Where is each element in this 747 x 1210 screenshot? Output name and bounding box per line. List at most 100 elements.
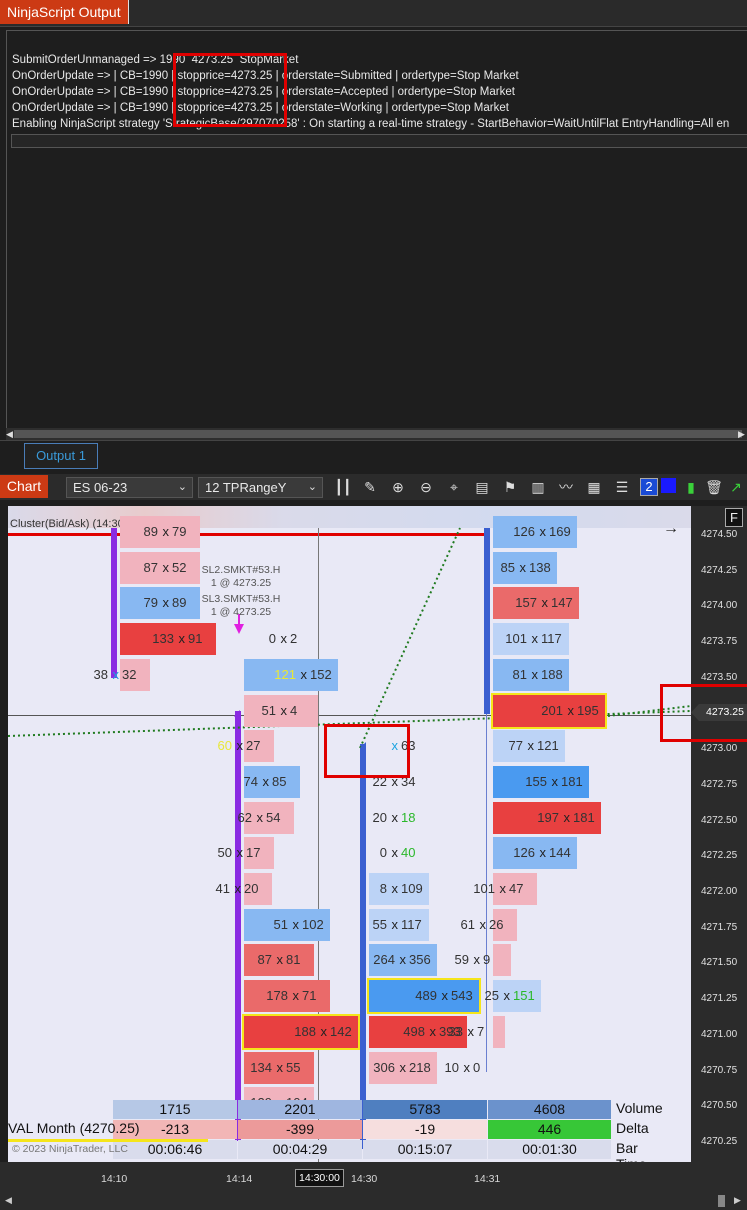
chevron-down-icon: ⌄: [307, 481, 317, 493]
bid-value: 33: [448, 1023, 463, 1039]
ask-value: 20: [244, 881, 259, 896]
bid-value: 133: [152, 631, 174, 647]
chart-panel[interactable]: Cluster(Bid/Ask) (14:30) 16 Jun 2023 → S…: [8, 506, 691, 1162]
cluster-cell: 77 x 121: [493, 730, 565, 763]
copyright-text: © 2023 NinjaTrader, LLC: [12, 1143, 128, 1155]
flag-icon[interactable]: ⚑: [501, 478, 519, 496]
bid-value: 25: [484, 988, 499, 1004]
ask-value: 26: [489, 916, 504, 932]
scrollbar-thumb[interactable]: [14, 430, 742, 438]
separator-x: x: [162, 559, 170, 575]
separator-x: x: [429, 1023, 437, 1039]
cluster-cell: 126 x 144: [493, 837, 577, 870]
output-input-bar[interactable]: [11, 134, 747, 148]
val-line: [8, 1139, 208, 1142]
cluster-cell: 25 x 151: [485, 980, 541, 1013]
highlight-box: [173, 53, 287, 127]
ask-value: 81: [286, 952, 301, 968]
zoom-out-icon[interactable]: ⊖: [417, 478, 435, 496]
trash-icon[interactable]: 🗑: [705, 478, 723, 496]
separator-x: x: [527, 738, 535, 754]
price-axis[interactable]: F 4274.50 4274.25 4274.00 4273.75 4273.50 427…: [691, 506, 747, 1162]
instrument-selector[interactable]: ES 06-23 ⌄: [66, 477, 193, 498]
ask-value: 142: [330, 1023, 352, 1039]
tab-output-1[interactable]: Output 1: [24, 443, 98, 469]
list-icon[interactable]: ☰: [613, 478, 631, 496]
separator-x: x: [499, 881, 507, 896]
separator-x: x: [112, 666, 120, 682]
drawing-tool-icon[interactable]: ✎: [361, 478, 379, 496]
bid-value: 498: [403, 1023, 425, 1039]
price-label: 4271.00: [701, 1028, 738, 1040]
tab-count-badge[interactable]: 2: [640, 478, 658, 496]
templates-icon[interactable]: ▦: [585, 478, 603, 496]
bid-value: 60: [217, 738, 232, 754]
ask-value: 79: [172, 524, 187, 539]
chart-horizontal-scrollbar[interactable]: ◀ ▶: [0, 1192, 747, 1210]
bid-value: 121: [274, 666, 296, 682]
cluster-cell: 87 x 52: [120, 551, 200, 584]
scroll-left-arrow-icon[interactable]: ◀: [6, 429, 13, 440]
cluster-cell: 0x2: [244, 623, 318, 655]
separator-x: x: [539, 524, 547, 539]
volume-cell: 1715: [113, 1100, 237, 1119]
chart-trader-icon[interactable]: ▮: [682, 478, 700, 496]
delta-cell: 446: [488, 1120, 611, 1139]
separator-x: x: [300, 666, 308, 682]
separator-x: x: [391, 845, 399, 861]
cluster-cell: 81 x 188: [493, 658, 569, 691]
output-text-pane[interactable]: SubmitOrderUnmanaged => 1990 4273.25 Sto…: [6, 30, 747, 429]
cluster-cell: 157 x 147: [493, 587, 579, 620]
separator-x: x: [262, 773, 270, 789]
panel-badge[interactable]: F: [725, 508, 743, 527]
bar-style-icon[interactable]: ┃┃: [334, 478, 352, 496]
separator-x: x: [479, 916, 487, 932]
crosshair-icon[interactable]: ⌖: [445, 478, 463, 496]
data-box-icon[interactable]: ▤: [473, 478, 491, 496]
strategies-icon[interactable]: 〰: [557, 478, 575, 496]
price-label: 4273.75: [701, 636, 738, 648]
delta-cell: -399: [238, 1120, 362, 1139]
bid-value: 197: [537, 809, 559, 825]
color-square-icon[interactable]: [661, 478, 676, 493]
separator-x: x: [551, 773, 559, 789]
scroll-right-arrow-icon[interactable]: ▶: [738, 429, 745, 440]
cluster-cell: 178 x 71: [244, 980, 330, 1013]
ask-value: 4: [290, 702, 298, 718]
time-label: 14:10: [101, 1173, 128, 1185]
price-label: 4270.75: [701, 1064, 738, 1076]
ask-value: 169: [549, 524, 571, 539]
bid-value: 10: [444, 1059, 459, 1075]
separator-x: x: [236, 845, 244, 861]
cluster-cell: 155 x 181: [493, 765, 589, 798]
ask-value: 188: [541, 666, 563, 682]
scrollbar-thumb[interactable]: [718, 1195, 725, 1207]
scroll-left-arrow-icon[interactable]: ◀: [5, 1195, 12, 1206]
indicators-icon[interactable]: ▥: [529, 478, 547, 496]
price-label: 4271.75: [701, 921, 738, 933]
output-window-title[interactable]: NinjaScript Output: [0, 0, 129, 24]
highlight-box: [324, 724, 410, 778]
bar-time-cell: 00:01:30: [488, 1140, 611, 1159]
output-line: Enabling NinjaScript strategy 'Strategic…: [12, 118, 730, 130]
output-horizontal-scrollbar[interactable]: ◀ ▶: [6, 428, 747, 440]
zoom-in-icon[interactable]: ⊕: [389, 478, 407, 496]
chart-tab[interactable]: Chart: [0, 475, 48, 498]
ask-value: 54: [266, 809, 281, 825]
separator-x: x: [276, 952, 284, 968]
separator-x: x: [531, 666, 539, 682]
scroll-right-arrow-icon[interactable]: ▶: [734, 1195, 741, 1206]
performance-icon[interactable]: ↗: [727, 478, 745, 496]
separator-x: x: [276, 1059, 284, 1075]
bid-value: 61: [460, 916, 475, 932]
price-label: 4272.25: [701, 850, 738, 862]
cluster-cell: 59 x 9: [455, 944, 511, 977]
separator-x: x: [539, 845, 547, 861]
price-label: 4272.50: [701, 814, 738, 826]
ask-value: 117: [541, 631, 562, 647]
bid-value: 0: [268, 631, 276, 647]
cluster-cell: 50 x 17: [218, 837, 274, 870]
time-label: 14:31: [474, 1173, 501, 1185]
bar-type-selector[interactable]: 12 TPRangeY ⌄: [198, 477, 323, 498]
ask-value: 218: [409, 1059, 431, 1075]
